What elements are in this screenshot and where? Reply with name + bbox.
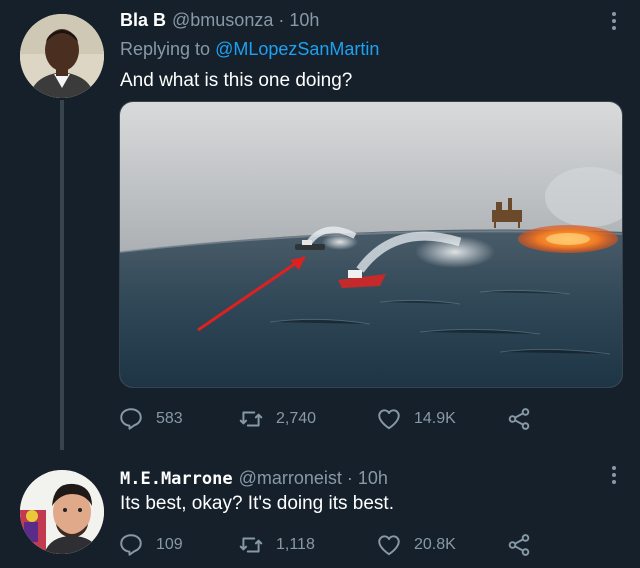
tweet-actions: 109 1,118 20.8K [118, 532, 548, 558]
tweet-time[interactable]: 10h [358, 468, 388, 489]
replying-prefix: Replying to [120, 39, 216, 59]
reply-button[interactable]: 583 [118, 406, 183, 432]
retweet-icon [239, 411, 263, 427]
tweet-media-image[interactable] [119, 101, 623, 388]
reply-icon [120, 534, 142, 556]
author-avatar[interactable] [20, 470, 104, 554]
separator-dot: · [278, 10, 285, 30]
reply-count: 109 [156, 536, 183, 553]
tweet-header: M.E.Marrone @marroneist · 10h [120, 468, 388, 489]
author-name[interactable]: Bla B [120, 10, 166, 31]
more-icon[interactable] [612, 466, 616, 484]
author-handle[interactable]: @marroneist [239, 468, 342, 489]
retweet-button[interactable]: 2,740 [238, 406, 316, 432]
separator-dot: · [346, 468, 353, 488]
tweet-text: And what is this one doing? [120, 70, 353, 91]
like-count: 14.9K [414, 410, 456, 427]
like-button[interactable]: 14.9K [376, 406, 456, 432]
share-icon [508, 408, 530, 430]
user-avatar-icon [20, 470, 104, 554]
tweet-actions: 583 2,740 14.9K [118, 406, 548, 432]
reply-button[interactable]: 109 [118, 532, 183, 558]
reply-icon [120, 408, 142, 430]
tweet-header: Bla B @bmusonza · 10h [120, 10, 319, 31]
retweet-icon [239, 537, 263, 553]
share-button[interactable] [506, 532, 532, 558]
retweet-count: 1,118 [276, 536, 315, 553]
replying-to: Replying to @MLopezSanMartin [120, 39, 379, 60]
tweet-time[interactable]: 10h [289, 10, 319, 31]
like-button[interactable]: 20.8K [376, 532, 456, 558]
thread-line [60, 100, 64, 450]
author-handle[interactable]: @bmusonza [172, 10, 273, 31]
retweet-count: 2,740 [276, 410, 317, 427]
share-icon [508, 534, 530, 556]
user-avatar-icon [20, 14, 104, 98]
share-button[interactable] [506, 406, 532, 432]
mention-link[interactable]: @MLopezSanMartin [215, 39, 379, 59]
tweet[interactable]: Bla B @bmusonza · 10h Replying to @MLope… [0, 0, 640, 450]
more-icon[interactable] [612, 12, 616, 30]
author-name[interactable]: M.E.Marrone [120, 469, 233, 489]
tweet[interactable]: M.E.Marrone @marroneist · 10h Its best, … [0, 448, 640, 568]
author-avatar[interactable] [20, 14, 104, 98]
heart-icon [378, 409, 400, 430]
retweet-button[interactable]: 1,118 [238, 532, 315, 558]
tweet-text: Its best, okay? It's doing its best. [120, 493, 394, 514]
reply-count: 583 [156, 410, 183, 427]
heart-icon [378, 535, 400, 556]
like-count: 20.8K [414, 536, 456, 553]
